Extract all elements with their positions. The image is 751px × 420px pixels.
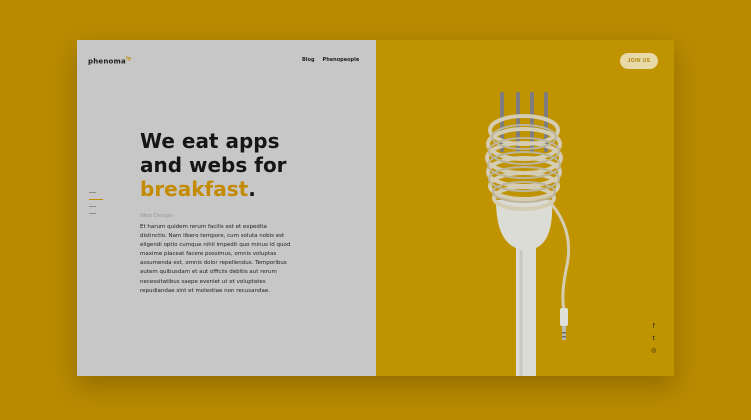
audio-jack (560, 308, 568, 326)
headline-line-3: breakfast. (140, 177, 340, 201)
headline-line-2: and webs for (140, 153, 287, 177)
hero-subheading: Web Design (140, 213, 173, 219)
slide-dot[interactable] (89, 213, 96, 214)
hero-headline: We eat apps and webs for breakfast. (140, 129, 340, 201)
nav-link-blog[interactable]: Blog (302, 57, 315, 63)
slide-dot[interactable] (89, 206, 96, 207)
logo-text: phenoma (88, 57, 126, 66)
top-nav: Blog Phenopeople (302, 57, 359, 63)
slide-dot[interactable] (89, 192, 96, 193)
headline-line-1: We eat apps (140, 129, 280, 153)
instagram-icon[interactable]: ◎ (651, 348, 656, 354)
facebook-icon[interactable]: f (653, 324, 655, 330)
left-panel: phenomaly We eat apps and webs for break… (77, 40, 376, 376)
slide-indicator (89, 192, 103, 220)
site-frame: phenomaly We eat apps and webs for break… (77, 40, 674, 376)
logo-sup: ly (125, 56, 132, 62)
logo[interactable]: phenomaly (88, 56, 131, 65)
headline-accent-word: breakfast (140, 177, 249, 201)
fork-handle (496, 200, 553, 376)
slide-dot-active[interactable] (89, 199, 103, 200)
nav-link-phenopeople[interactable]: Phenopeople (323, 57, 360, 63)
headline-punct: . (248, 177, 256, 201)
join-us-button[interactable]: JOIN US (620, 53, 658, 69)
fork-noodle-image (485, 92, 571, 376)
right-panel: JOIN US f t ◎ (376, 40, 674, 376)
hero-body-text: Et harum quidem rerum facilis est et exp… (140, 224, 291, 294)
social-links: f t ◎ (651, 324, 656, 354)
twitter-icon[interactable]: t (652, 336, 654, 342)
